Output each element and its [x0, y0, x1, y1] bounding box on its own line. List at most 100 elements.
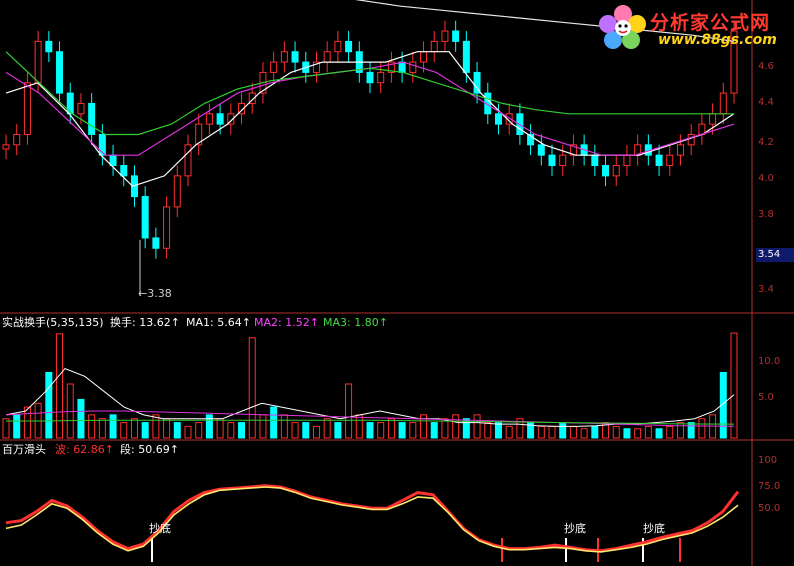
price-tick: 3.8	[758, 209, 774, 220]
candle-body	[559, 154, 567, 167]
buy-signal-label: 抄底	[149, 522, 171, 535]
candle-body	[173, 175, 181, 208]
turnover-bar	[569, 425, 577, 439]
turnover-bar	[13, 414, 21, 439]
turnover-bar	[687, 422, 695, 439]
oscillator-indicator-name: 百万滑头	[2, 443, 46, 456]
price-tick: 4.0	[758, 173, 774, 184]
candle-body	[709, 113, 717, 125]
turnover-bar	[66, 383, 74, 439]
turnover-bar	[195, 422, 203, 439]
candle-body	[2, 144, 10, 150]
candle-body	[280, 51, 288, 63]
turnover-bar	[452, 414, 460, 439]
candle-body	[109, 154, 117, 167]
candle-body	[452, 30, 460, 42]
candle-body	[334, 40, 342, 53]
turnover-bar	[270, 406, 278, 439]
buy-signal-label: 抄底	[564, 522, 586, 535]
stock-chart-stage: 分析家公式网 www.88gs.com 4.6 4.4 4.2 4.0 3.8 …	[0, 0, 794, 566]
turnover-bar	[398, 422, 406, 439]
turnover-bar	[548, 425, 556, 439]
candle-body	[612, 165, 620, 177]
turnover-bar	[345, 383, 353, 439]
candle-body	[45, 40, 53, 53]
turnover-bar	[227, 422, 235, 439]
turnover-bar	[634, 428, 642, 439]
turnover-bar	[612, 425, 620, 439]
candle-body	[323, 51, 331, 63]
candle-body	[548, 154, 556, 167]
chart-canvas	[0, 0, 794, 566]
turnover-bar	[505, 425, 513, 439]
candle-body	[409, 61, 417, 73]
turnover-bar	[366, 422, 374, 439]
price-tick: 4.6	[758, 61, 774, 72]
candle-body	[377, 71, 385, 84]
candle-body	[462, 40, 470, 73]
turnover-bar	[109, 414, 117, 439]
turnover-bar	[291, 422, 299, 439]
site-logo: 分析家公式网 www.88gs.com	[598, 4, 794, 50]
logo-title: 分析家公式网	[650, 12, 771, 34]
turnover-bar	[559, 422, 567, 439]
turnover-bar	[2, 418, 10, 439]
turnover-tick: 5.0	[758, 392, 774, 403]
turnover-bar	[120, 422, 128, 439]
candle-body	[537, 144, 545, 156]
turnover-bar	[152, 414, 160, 439]
candle-body	[23, 82, 31, 135]
turnover-bar	[259, 414, 267, 439]
candle-body	[205, 113, 213, 125]
candle-body	[441, 30, 449, 42]
turnover-bar	[580, 428, 588, 439]
flower-logo-icon	[599, 5, 646, 49]
turnover-bar	[323, 418, 331, 439]
turnover-bar	[666, 425, 674, 439]
candle-body	[270, 61, 278, 73]
turnover-bar	[23, 406, 31, 439]
oscillator-tick: 100	[758, 455, 778, 466]
turnover-bar	[591, 425, 599, 439]
turnover-bar	[537, 425, 545, 439]
oscillator-lines	[5, 484, 740, 553]
turnover-bar	[623, 428, 631, 439]
turnover-bar	[409, 422, 417, 439]
turnover-bar	[377, 422, 385, 439]
candle-body	[666, 154, 674, 167]
turnover-bar	[676, 422, 684, 439]
low-marker-label: ←3.38	[138, 287, 172, 300]
turnover-bar	[141, 422, 149, 439]
candle-body	[184, 144, 192, 177]
candle-body	[591, 154, 599, 167]
candle-body	[88, 102, 96, 135]
candle-body	[366, 71, 374, 84]
turnover-bar	[173, 422, 181, 439]
turnover-bar	[130, 418, 138, 439]
turnover-bar	[56, 333, 64, 439]
oscillator-tick: 50.0	[758, 503, 781, 514]
candle-body	[152, 237, 160, 249]
turnover-bar	[184, 425, 192, 439]
turnover-tick: 10.0	[758, 356, 781, 367]
turnover-bar	[312, 425, 320, 439]
candle-body	[676, 144, 684, 156]
candlestick-series	[2, 20, 738, 259]
candle-body	[163, 206, 171, 249]
candle-body	[602, 165, 610, 177]
wave-value: 波: 62.86↑	[55, 443, 114, 456]
turnover-bar	[655, 428, 663, 439]
candle-body	[623, 154, 631, 167]
candle-body	[655, 154, 663, 167]
turnover-bar	[280, 414, 288, 439]
current-price-badge: 3.54	[756, 248, 794, 262]
turnover-indicator-name: 实战换手(5,35,135)	[2, 316, 104, 329]
turnover-bar	[484, 422, 492, 439]
turnover-ma1-value: MA1: 5.64↑	[186, 316, 251, 329]
turnover-bar	[302, 422, 310, 439]
candle-body	[13, 133, 21, 146]
price-tick: 4.2	[758, 137, 774, 148]
turnover-bar	[77, 398, 85, 439]
turnover-bars	[2, 332, 738, 439]
candle-body	[291, 51, 299, 63]
